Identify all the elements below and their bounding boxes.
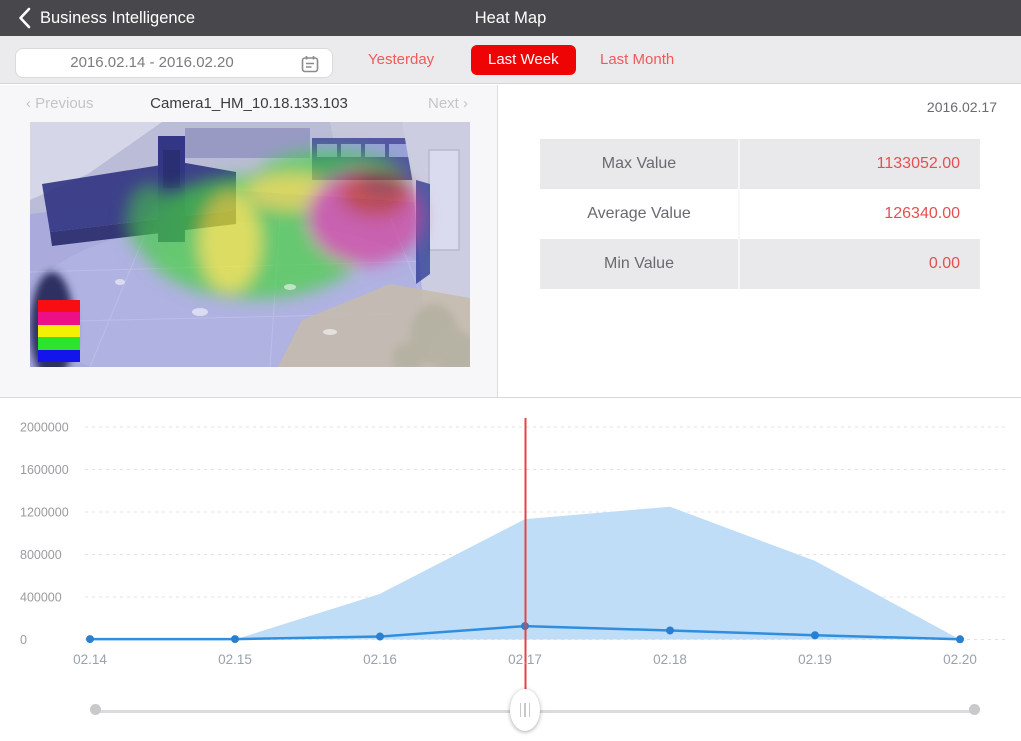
preset-last-month-button[interactable]: Last Month xyxy=(600,36,674,84)
table-row-max: Max Value 1133052.00 xyxy=(540,139,980,189)
selected-date-label: 2016.02.17 xyxy=(927,99,997,115)
data-point xyxy=(86,635,94,643)
back-chevron-icon xyxy=(18,7,31,29)
y-tick-label: 1600000 xyxy=(20,463,69,477)
date-range-value: 2016.02.14 - 2016.02.20 xyxy=(16,49,288,77)
average-value: 126340.00 xyxy=(740,189,978,239)
x-tick-label: 02.17 xyxy=(508,652,542,667)
statistics-table: Max Value 1133052.00 Average Value 12634… xyxy=(540,139,980,289)
heatmap-camera-image xyxy=(30,122,470,367)
data-point xyxy=(811,631,819,639)
page-title: Business Intelligence xyxy=(40,0,195,36)
slider-right-endpoint xyxy=(969,704,980,715)
camera-panel: ‹ Previous Camera1_HM_10.18.133.103 Next… xyxy=(0,85,498,397)
x-tick-label: 02.16 xyxy=(363,652,397,667)
table-row-min: Min Value 0.00 xyxy=(540,239,980,289)
min-value-label: Min Value xyxy=(540,239,740,289)
x-tick-label: 02.14 xyxy=(73,652,107,667)
y-tick-label: 1200000 xyxy=(20,506,69,520)
date-range-field[interactable]: 2016.02.14 - 2016.02.20 xyxy=(15,48,333,78)
next-camera-button[interactable]: Next › xyxy=(428,91,468,117)
camera-name: Camera1_HM_10.18.133.103 xyxy=(0,91,498,117)
filter-toolbar: 2016.02.14 - 2016.02.20 Yesterday Last W… xyxy=(0,36,1021,84)
preset-yesterday-button[interactable]: Yesterday xyxy=(368,36,434,84)
statistics-panel: 2016.02.17 Max Value 1133052.00 Average … xyxy=(499,85,1021,397)
y-tick-label: 400000 xyxy=(20,591,62,605)
trend-chart-panel: 0 400000 800000 1200000 1600000 2000000 02.14 0… xyxy=(0,397,1021,740)
time-slider-thumb[interactable] xyxy=(510,689,540,731)
content-row: ‹ Previous Camera1_HM_10.18.133.103 Next… xyxy=(0,85,1021,397)
table-row-average: Average Value 126340.00 xyxy=(540,189,980,239)
slider-left-endpoint xyxy=(90,704,101,715)
preset-last-week-button[interactable]: Last Week xyxy=(471,45,576,75)
min-value: 0.00 xyxy=(740,239,978,289)
max-value: 1133052.00 xyxy=(740,139,978,189)
data-point xyxy=(956,635,964,643)
y-tick-label: 2000000 xyxy=(20,421,69,435)
x-tick-label: 02.19 xyxy=(798,652,832,667)
data-point xyxy=(376,633,384,641)
back-button[interactable] xyxy=(10,5,38,31)
trend-chart: 0 400000 800000 1200000 1600000 2000000 02.14 0… xyxy=(0,398,1021,741)
y-tick-label: 800000 xyxy=(20,548,62,562)
average-value-label: Average Value xyxy=(540,189,740,239)
data-point xyxy=(231,635,239,643)
data-point xyxy=(666,626,674,634)
x-tick-label: 02.20 xyxy=(943,652,977,667)
heatmap-scene xyxy=(30,122,470,367)
calendar-icon xyxy=(300,54,320,79)
max-value-label: Max Value xyxy=(540,139,740,189)
top-navigation-bar: Business Intelligence Heat Map xyxy=(0,0,1021,36)
camera-navigation: ‹ Previous Camera1_HM_10.18.133.103 Next… xyxy=(0,91,498,117)
y-tick-label: 0 xyxy=(20,633,27,647)
x-tick-label: 02.18 xyxy=(653,652,687,667)
heatmap-legend xyxy=(38,300,80,362)
x-tick-label: 02.15 xyxy=(218,652,252,667)
